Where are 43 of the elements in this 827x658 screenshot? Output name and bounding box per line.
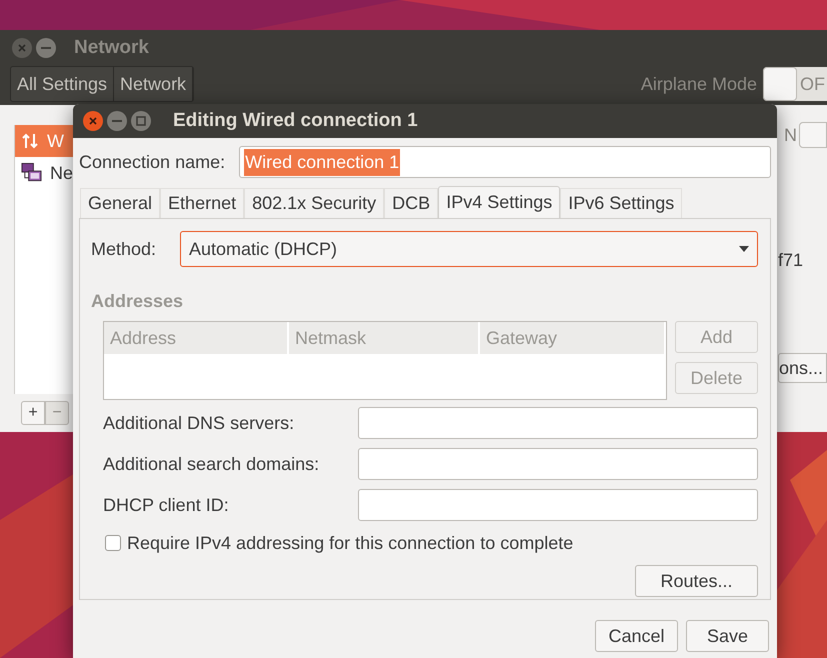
close-icon (89, 117, 97, 125)
maximize-button[interactable] (131, 111, 151, 131)
tab[interactable]: IPv4 Settings (438, 186, 560, 218)
close-icon (18, 44, 26, 52)
routes-button[interactable]: Routes... (635, 565, 758, 597)
arrows-icon (21, 132, 39, 150)
minimize-icon (41, 47, 51, 49)
addresses-heading: Addresses (91, 290, 184, 313)
field-label: Additional DNS servers: (103, 412, 296, 434)
computers-icon (21, 162, 42, 184)
minimize-icon (112, 120, 122, 122)
column-header: Gateway (480, 322, 666, 354)
cancel-button[interactable]: Cancel (595, 620, 678, 652)
sidebar-item[interactable]: Ne (15, 157, 73, 189)
field-label: Additional search domains: (103, 452, 320, 476)
airplane-mode-label: Airplane Mode (640, 72, 757, 96)
add-button[interactable]: + (21, 401, 45, 425)
sidebar-item-label: W (47, 130, 64, 152)
sidebar-item-label: Ne (50, 162, 73, 184)
column-header: Address (104, 322, 289, 354)
caret-icon (739, 246, 749, 252)
method-label: Method: (91, 238, 158, 260)
input-field[interactable] (358, 407, 758, 439)
method-dropdown[interactable]: Automatic (DHCP) (180, 231, 758, 267)
close-button[interactable] (12, 38, 32, 58)
checkbox-label: Require IPv4 addressing for this connection to complete (127, 532, 574, 555)
checkbox[interactable] (105, 535, 121, 551)
breadcrumb-button[interactable]: All Settings (11, 67, 114, 101)
input-field[interactable] (358, 448, 758, 480)
column-header: Netmask (289, 322, 480, 354)
close-button[interactable] (83, 111, 103, 131)
window-title: Network (74, 36, 149, 60)
breadcrumb-button[interactable]: Network (114, 67, 194, 101)
hardware-address-text: f71 (777, 249, 804, 272)
dialog-title: Editing Wired connection 1 (173, 108, 418, 133)
input-field[interactable] (358, 489, 758, 521)
minimize-button[interactable] (36, 38, 56, 58)
connection-name-label: Connection name: (79, 150, 226, 174)
options-button[interactable]: ons... (778, 353, 827, 383)
field-label: DHCP client ID: (103, 494, 230, 516)
minimize-button[interactable] (107, 111, 127, 131)
maximize-icon (136, 116, 146, 126)
save-button[interactable]: Save (686, 620, 769, 652)
